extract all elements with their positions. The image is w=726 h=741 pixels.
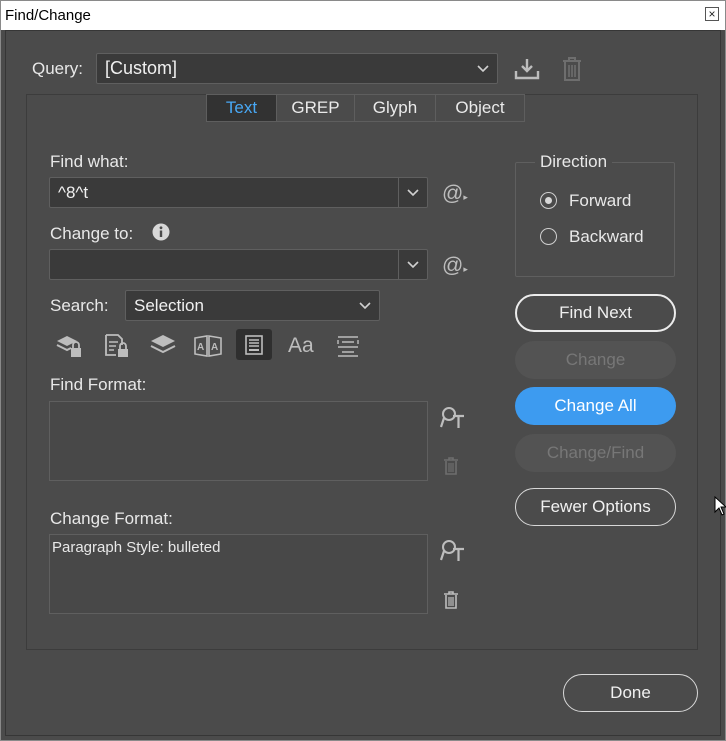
search-scope-value: Selection bbox=[134, 296, 204, 315]
forward-radio[interactable] bbox=[540, 192, 557, 209]
change-to-label: Change to: bbox=[50, 224, 134, 243]
change-button[interactable]: Change bbox=[515, 341, 676, 379]
query-select[interactable]: [Custom] bbox=[96, 53, 498, 84]
change-format-value: Paragraph Style: bulleted bbox=[52, 539, 221, 556]
delete-query-icon[interactable] bbox=[561, 56, 583, 87]
search-scope-select[interactable]: Selection bbox=[125, 290, 380, 321]
chevron-down-icon[interactable] bbox=[399, 178, 427, 207]
change-to-input[interactable] bbox=[49, 249, 428, 280]
clear-change-format-icon[interactable] bbox=[443, 591, 459, 614]
backward-radio[interactable] bbox=[540, 228, 557, 245]
specify-find-format-icon[interactable] bbox=[439, 405, 466, 434]
include-locked-layers-icon[interactable] bbox=[55, 333, 83, 364]
svg-text:A: A bbox=[211, 342, 218, 353]
include-master-pages-icon[interactable]: AA bbox=[193, 334, 223, 363]
mouse-cursor-icon bbox=[714, 495, 726, 521]
direction-group bbox=[515, 162, 675, 277]
tab-glyph[interactable]: Glyph bbox=[355, 94, 436, 122]
fewer-options-button[interactable]: Fewer Options bbox=[515, 488, 676, 526]
change-format-box[interactable]: Paragraph Style: bulleted bbox=[49, 534, 428, 614]
title-bar[interactable]: Find/Change × bbox=[1, 1, 725, 30]
case-sensitive-icon[interactable]: Aa bbox=[288, 334, 314, 358]
window-title: Find/Change bbox=[5, 7, 91, 24]
find-what-label: Find what: bbox=[50, 152, 129, 171]
find-what-value: ^8^t bbox=[58, 183, 89, 202]
chevron-down-icon bbox=[469, 54, 497, 83]
tab-strip: Text GREP Glyph Object bbox=[206, 94, 525, 122]
forward-label[interactable]: Forward bbox=[569, 191, 631, 211]
tab-object[interactable]: Object bbox=[436, 94, 525, 122]
info-icon[interactable] bbox=[152, 223, 170, 246]
include-locked-stories-icon[interactable] bbox=[104, 333, 130, 364]
tab-grep[interactable]: GREP bbox=[277, 94, 355, 122]
specify-change-format-icon[interactable] bbox=[439, 538, 466, 567]
whole-word-icon[interactable] bbox=[336, 334, 360, 363]
special-characters-change-icon[interactable]: @▸ bbox=[442, 254, 468, 278]
include-footnotes-icon[interactable] bbox=[236, 329, 272, 360]
search-label: Search: bbox=[50, 296, 109, 315]
close-icon[interactable]: × bbox=[705, 7, 719, 21]
backward-label[interactable]: Backward bbox=[569, 227, 644, 247]
special-characters-find-icon[interactable]: @▸ bbox=[442, 182, 468, 206]
find-format-box[interactable] bbox=[49, 401, 428, 481]
done-button[interactable]: Done bbox=[563, 674, 698, 712]
clear-find-format-icon bbox=[443, 457, 459, 480]
svg-text:A: A bbox=[197, 342, 204, 353]
change-find-button[interactable]: Change/Find bbox=[515, 434, 676, 472]
save-query-icon[interactable] bbox=[514, 57, 540, 86]
change-all-button[interactable]: Change All bbox=[515, 387, 676, 425]
direction-title: Direction bbox=[535, 152, 613, 172]
change-format-label: Change Format: bbox=[50, 509, 173, 528]
include-hidden-layers-icon[interactable] bbox=[150, 334, 176, 361]
find-format-label: Find Format: bbox=[50, 375, 147, 394]
tab-text[interactable]: Text bbox=[206, 94, 277, 122]
query-value: [Custom] bbox=[105, 58, 178, 78]
find-what-input[interactable]: ^8^t bbox=[49, 177, 428, 208]
chevron-down-icon[interactable] bbox=[399, 250, 427, 279]
chevron-down-icon bbox=[351, 291, 379, 320]
query-label: Query: bbox=[32, 59, 84, 78]
find-next-button[interactable]: Find Next bbox=[515, 294, 676, 332]
